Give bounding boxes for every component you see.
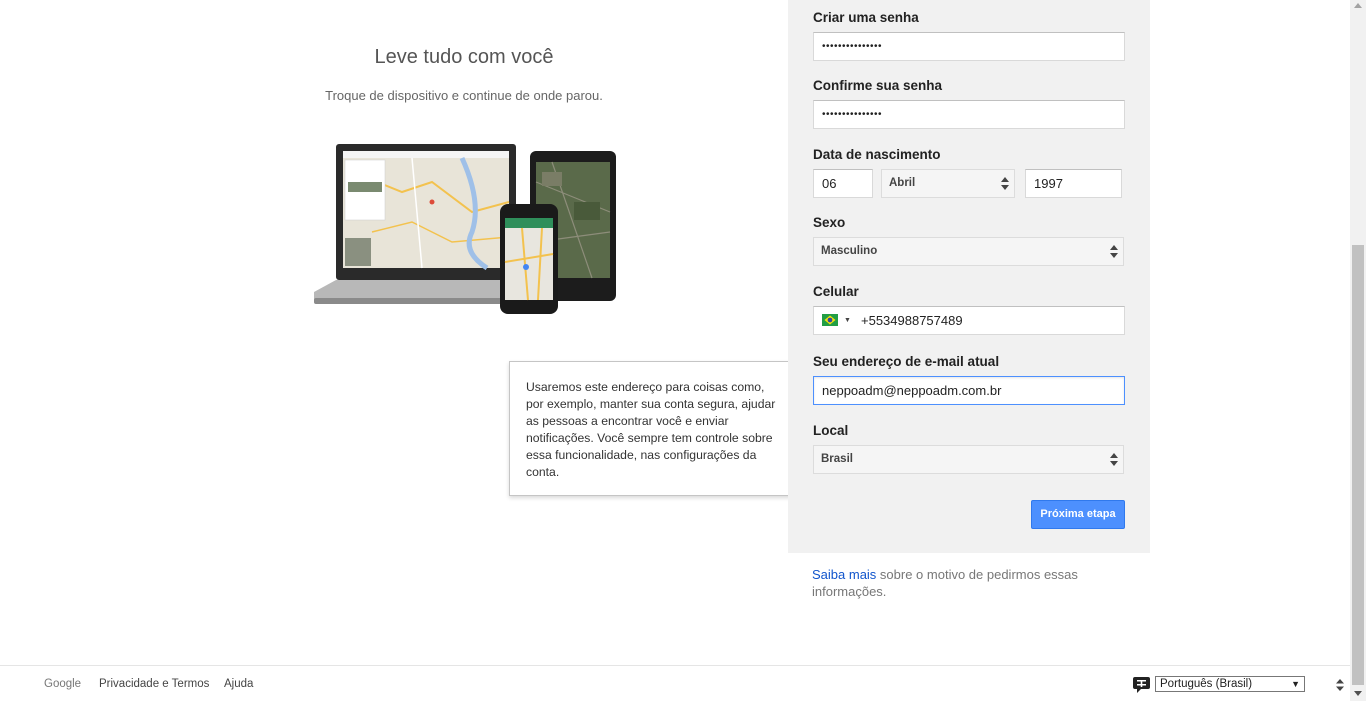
language-icon <box>1133 677 1150 693</box>
gender-value: Masculino <box>821 245 878 257</box>
gender-select[interactable]: Masculino <box>813 237 1124 266</box>
email-info-tooltip: Usaremos este endereço para coisas como,… <box>509 361 810 496</box>
password-input[interactable]: ••••••••••••••• <box>813 32 1125 61</box>
language-value: Português (Brasil) <box>1160 678 1253 690</box>
footer-help-link[interactable]: Ajuda <box>224 678 253 690</box>
password-label: Criar uma senha <box>813 10 919 25</box>
footer-google-link[interactable]: Google <box>44 678 81 690</box>
brazil-flag-icon[interactable] <box>822 314 838 326</box>
select-arrows-icon <box>1110 453 1118 466</box>
language-select[interactable]: Português (Brasil) ▼ <box>1155 676 1305 692</box>
birth-year-input[interactable]: 1997 <box>1025 169 1122 198</box>
next-step-button[interactable]: Próxima etapa <box>1031 500 1125 529</box>
language-arrows-icon[interactable] <box>1336 678 1344 692</box>
scroll-down-icon[interactable] <box>1354 691 1362 696</box>
select-arrows-icon <box>1001 177 1009 190</box>
footer-privacy-link[interactable]: Privacidade e Termos <box>99 678 209 690</box>
confirm-password-input[interactable]: ••••••••••••••• <box>813 100 1125 129</box>
scrollbar-thumb[interactable] <box>1352 245 1364 685</box>
learn-more-text: Saiba mais sobre o motivo de pedirmos es… <box>812 566 1102 600</box>
birth-month-value: Abril <box>889 177 916 189</box>
location-value: Brasil <box>821 453 853 465</box>
scroll-up-icon[interactable] <box>1354 3 1362 8</box>
select-arrows-icon <box>1110 245 1118 258</box>
promo-subtitle: Troque de dispositivo e continue de onde… <box>325 88 603 103</box>
email-input[interactable]: neppoadm@neppoadm.com.br <box>813 376 1125 405</box>
phone-field <box>813 306 1125 335</box>
devices-illustration <box>314 144 616 314</box>
birth-day-input[interactable]: 06 <box>813 169 873 198</box>
scrollbar[interactable] <box>1350 0 1366 701</box>
location-label: Local <box>813 423 849 438</box>
gender-label: Sexo <box>813 215 846 230</box>
country-dropdown-icon[interactable]: ▼ <box>844 317 851 324</box>
confirm-password-label: Confirme sua senha <box>813 78 943 93</box>
chevron-down-icon: ▼ <box>1291 679 1300 689</box>
birth-month-select[interactable]: Abril <box>881 169 1015 198</box>
tooltip-text: Usaremos este endereço para coisas como,… <box>526 380 776 479</box>
promo-title: Leve tudo com você <box>374 46 554 68</box>
learn-more-link[interactable]: Saiba mais <box>812 567 876 582</box>
phone-label: Celular <box>813 284 859 299</box>
email-label: Seu endereço de e-mail atual <box>813 354 1000 369</box>
location-select[interactable]: Brasil <box>813 445 1124 474</box>
birthdate-label: Data de nascimento <box>813 147 941 162</box>
phone-input[interactable]: +5534988757489 <box>861 313 963 328</box>
